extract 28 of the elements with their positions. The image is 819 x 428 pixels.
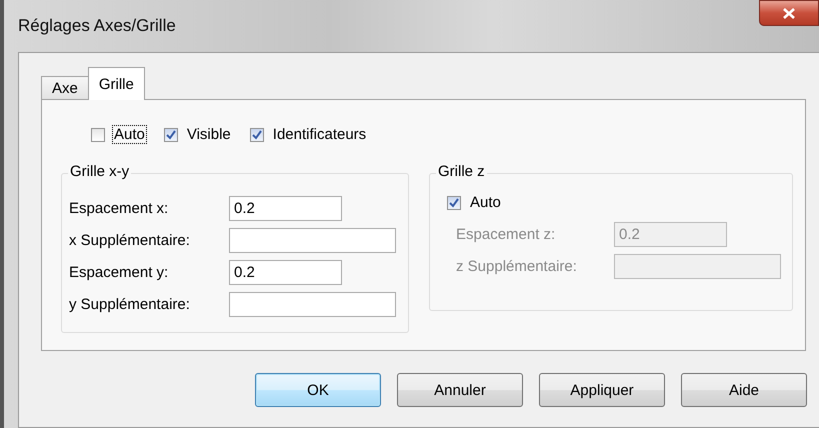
checkbox-label: Auto [113, 126, 146, 143]
field-label: Espacement y: [69, 264, 170, 281]
checkbox[interactable] [164, 128, 178, 142]
dialog-button[interactable]: Annuler [397, 373, 523, 407]
input-field[interactable]: 0.2 [229, 196, 342, 221]
input-field[interactable] [229, 228, 396, 253]
checkbox[interactable] [447, 196, 461, 210]
group-title: Grille x-y [68, 163, 132, 180]
checkbox-label: Auto [469, 194, 502, 211]
input-field[interactable]: 0.2 [229, 260, 342, 285]
checkbox-label: Visible [186, 126, 232, 143]
checkbox[interactable] [91, 128, 105, 142]
field-label: x Supplémentaire: [69, 232, 191, 249]
field-label: z Supplémentaire: [456, 258, 578, 275]
field-label: Espacement x: [69, 200, 170, 217]
close-icon [783, 8, 795, 18]
close-button[interactable] [759, 0, 819, 26]
dialog-button[interactable]: Aide [681, 373, 807, 407]
field-label: Espacement z: [456, 226, 556, 243]
checkbox[interactable] [250, 128, 264, 142]
dialog-button[interactable]: OK [255, 373, 381, 407]
input-field[interactable] [229, 292, 396, 317]
window-title: Réglages Axes/Grille [18, 16, 176, 36]
tab[interactable]: Axe [41, 76, 89, 99]
checkbox-label: Identificateurs [272, 126, 368, 143]
dialog-button[interactable]: Appliquer [539, 373, 665, 407]
field-label: y Supplémentaire: [69, 296, 191, 313]
tab[interactable]: Grille [88, 67, 145, 100]
